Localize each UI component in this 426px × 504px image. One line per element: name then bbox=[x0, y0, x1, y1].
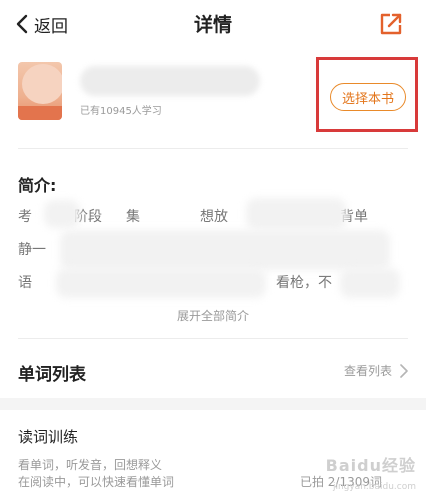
redaction-blur bbox=[56, 268, 266, 298]
top-nav-bar: 返回 详情 bbox=[0, 0, 426, 48]
intro-fragment: 想放 bbox=[200, 209, 228, 225]
redaction-blur bbox=[60, 230, 390, 270]
divider bbox=[18, 148, 408, 149]
view-list-label: 查看列表 bbox=[343, 364, 392, 378]
view-list-button[interactable]: 查看列表 bbox=[344, 362, 408, 379]
expand-intro-link[interactable]: 展开全部简介 bbox=[0, 307, 426, 324]
intro-fragment: 集 bbox=[126, 209, 140, 225]
intro-line: 语 bbox=[18, 275, 32, 291]
select-book-button[interactable]: 选择本书 bbox=[330, 83, 406, 111]
intro-fragment: 看枪，不 bbox=[276, 275, 332, 291]
intro-line: 静一 bbox=[18, 242, 46, 258]
intro-line: 考 bbox=[18, 209, 32, 225]
page-title: 详情 bbox=[193, 14, 232, 36]
redaction-blur bbox=[44, 200, 80, 228]
training-desc: 看单词，听发音，回想释义 bbox=[18, 458, 163, 472]
training-desc: 在阅读中，可以快速看懂单词 bbox=[18, 475, 175, 489]
divider bbox=[18, 338, 408, 339]
book-name-redacted bbox=[80, 66, 260, 96]
wordlist-heading: 单词列表 bbox=[18, 365, 86, 385]
watermark-main: Baidu经验 bbox=[325, 456, 416, 475]
redaction-blur bbox=[246, 198, 346, 230]
intro-heading: 简介: bbox=[18, 176, 57, 195]
baidu-watermark: Baidu经验 jingyan.baidu.com bbox=[300, 446, 420, 502]
learner-count: 已有10945人学习 bbox=[80, 106, 162, 117]
section-separator bbox=[0, 398, 426, 410]
chevron-right-icon bbox=[400, 363, 408, 378]
training-title[interactable]: 读词训练 bbox=[18, 426, 78, 447]
redaction-blur bbox=[340, 268, 400, 298]
share-icon[interactable] bbox=[378, 11, 404, 37]
book-cover bbox=[18, 62, 62, 120]
watermark-sub: jingyan.baidu.com bbox=[332, 482, 416, 492]
